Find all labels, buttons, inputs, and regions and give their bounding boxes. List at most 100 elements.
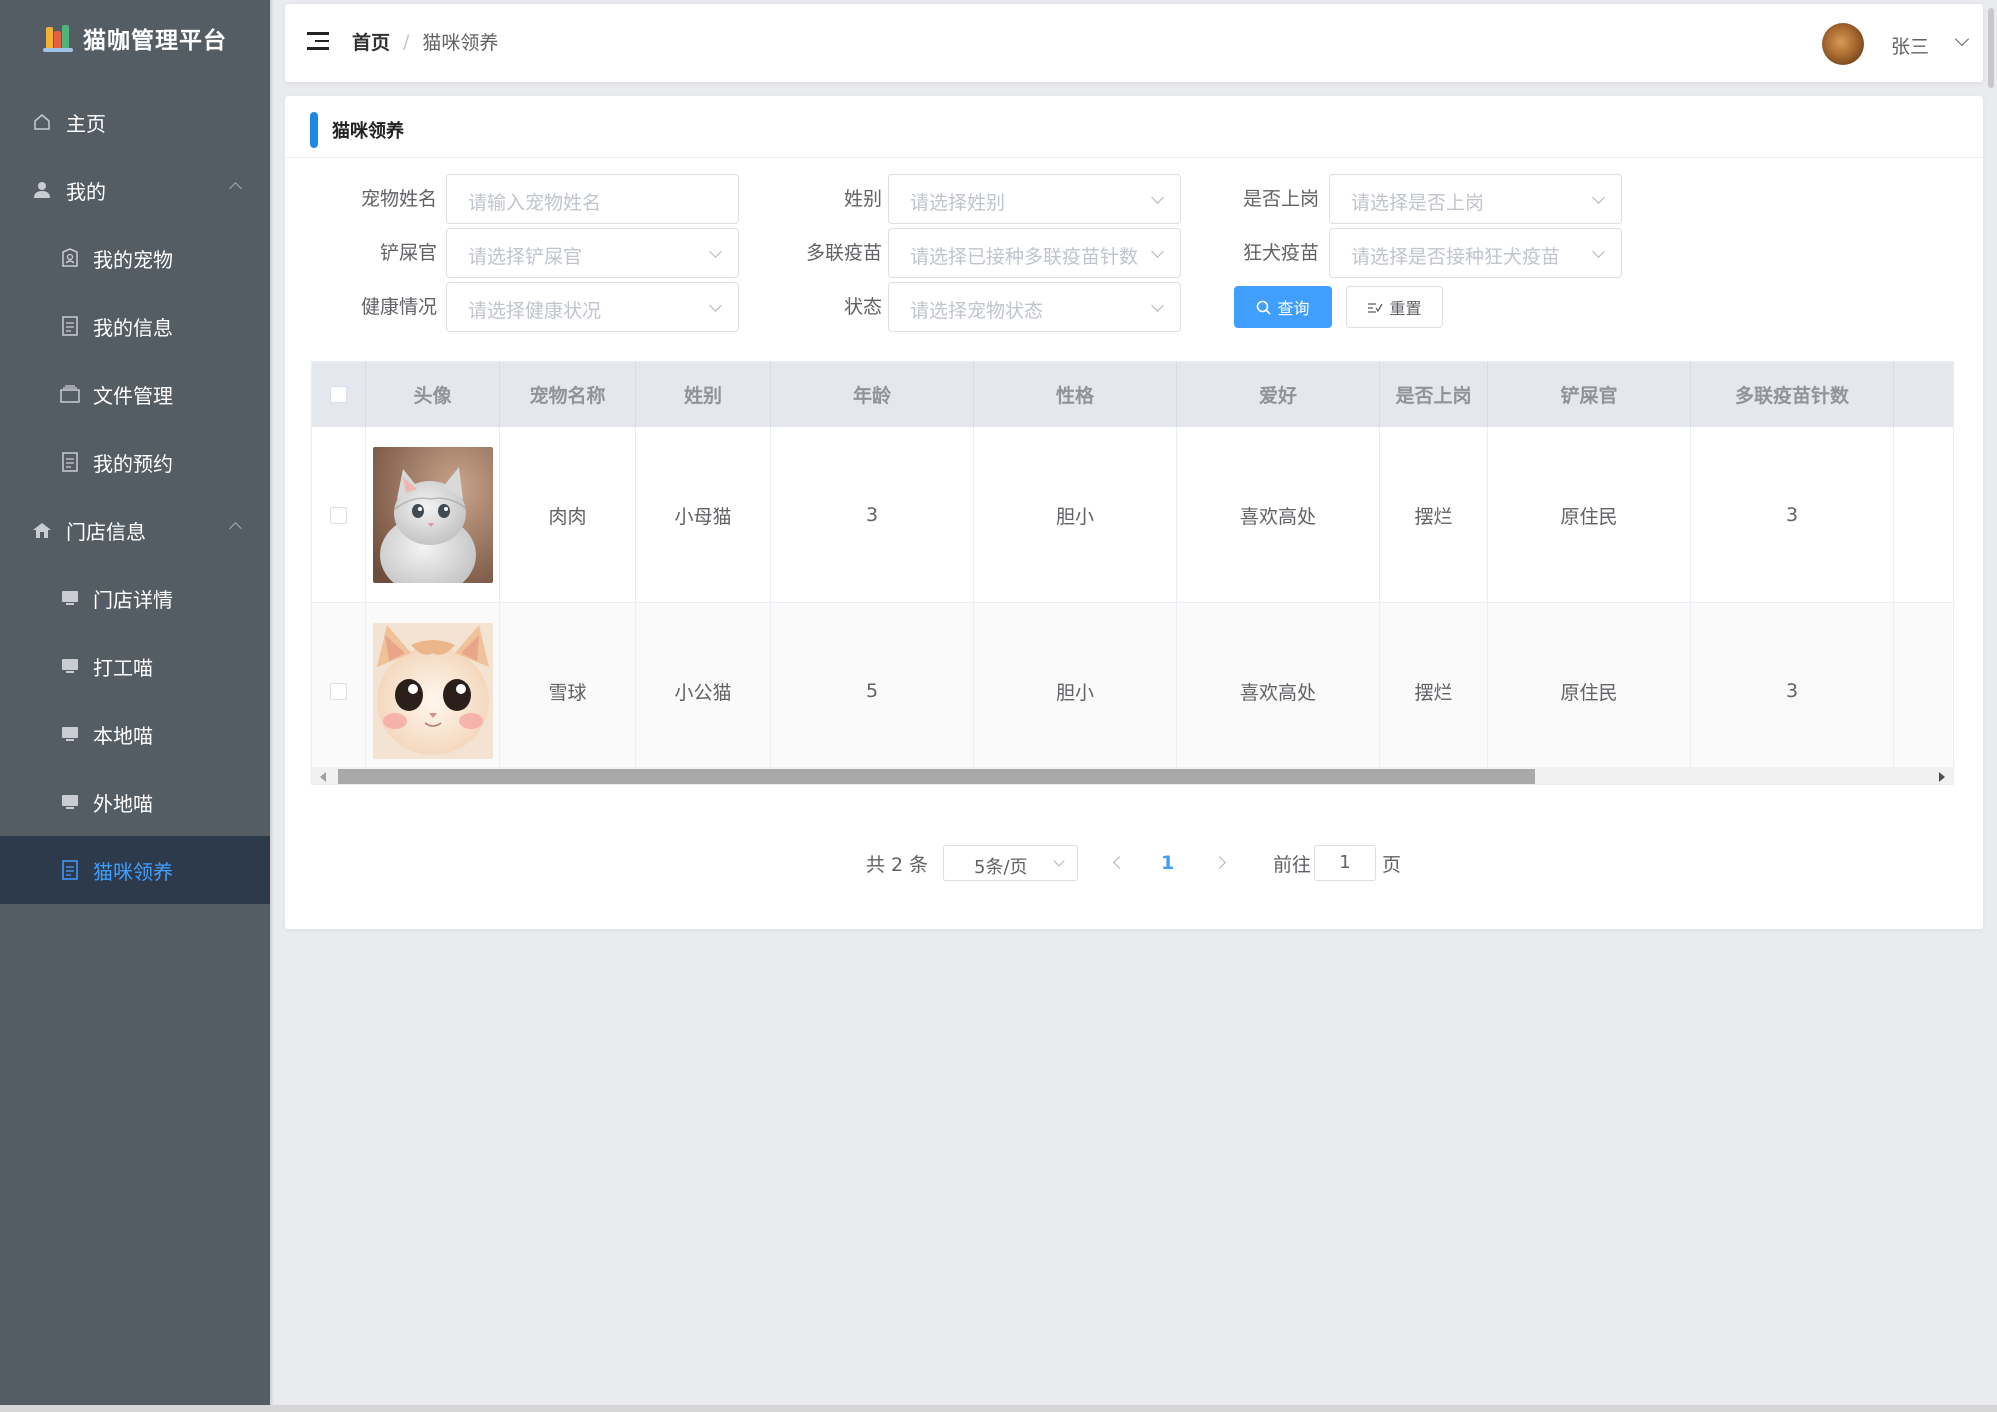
sidebar-item-my-reservations[interactable]: 我的预约 xyxy=(0,428,270,496)
home-icon xyxy=(32,112,52,132)
vaccine-cell: 3 xyxy=(1691,427,1894,603)
table-row[interactable]: 肉肉 小母猫 3 胆小 喜欢高处 摆烂 原住民 3 xyxy=(312,427,1953,603)
page-title: 猫咪领养 xyxy=(332,121,404,142)
sidebar-item-my-pets[interactable]: 我的宠物 xyxy=(0,224,270,292)
vaccine-cell: 3 xyxy=(1691,603,1894,779)
select-all-cell xyxy=(312,362,366,427)
cat-photo-xueqiu xyxy=(372,623,493,759)
onduty-label: 是否上岗 xyxy=(1242,188,1319,210)
breadcrumb-separator: / xyxy=(403,30,410,53)
breadcrumb-current: 猫咪领养 xyxy=(422,32,499,54)
pagination-total: 共 2 条 xyxy=(866,853,929,876)
name-cell: 雪球 xyxy=(500,603,636,779)
goto-page-input[interactable]: 1 xyxy=(1314,845,1376,881)
sidebar-item-my-info[interactable]: 我的信息 xyxy=(0,292,270,360)
owner-cell: 原住民 xyxy=(1488,427,1691,603)
rabies-select[interactable]: 请选择是否接种狂犬疫苗 xyxy=(1329,228,1622,278)
column-header-onduty: 是否上岗 xyxy=(1380,362,1488,427)
books-logo-icon xyxy=(43,23,73,53)
avatar-cell xyxy=(366,603,500,779)
select-all-checkbox[interactable] xyxy=(330,386,347,403)
adoption-table: 头像 宠物名称 姓别 年龄 性格 爱好 是否上岗 铲屎官 多联疫苗针数 肉肉 小… xyxy=(311,361,1954,785)
hobby-cell: 喜欢高处 xyxy=(1177,603,1380,779)
folder-icon xyxy=(60,384,80,404)
reset-icon xyxy=(1368,303,1384,313)
page-size-value: 5条/页 xyxy=(974,857,1028,878)
monitor-icon xyxy=(60,724,80,744)
gender-cell: 小公猫 xyxy=(636,603,771,779)
table-header: 头像 宠物名称 姓别 年龄 性格 爱好 是否上岗 铲屎官 多联疫苗针数 xyxy=(312,362,1953,427)
health-placeholder: 请选择健康状况 xyxy=(468,300,602,322)
sidebar-item-label: 我的信息 xyxy=(93,315,173,340)
page-size-select[interactable]: 5条/页 xyxy=(943,845,1078,881)
horizontal-scrollbar[interactable] xyxy=(312,767,1953,784)
user-icon xyxy=(32,180,52,200)
menu-toggle-icon[interactable] xyxy=(307,32,329,50)
owner-select[interactable]: 请选择铲屎官 xyxy=(446,228,739,278)
onduty-placeholder: 请选择是否上岗 xyxy=(1351,192,1485,214)
owner-label: 铲屎官 xyxy=(379,242,437,264)
sidebar-item-home[interactable]: 主页 xyxy=(0,88,270,156)
prev-page-icon[interactable] xyxy=(1113,856,1126,869)
row-checkbox[interactable] xyxy=(330,682,347,700)
vertical-scrollbar[interactable] xyxy=(1988,8,1994,88)
health-select[interactable]: 请选择健康状况 xyxy=(446,282,739,332)
reset-button[interactable]: 重置 xyxy=(1346,286,1443,328)
sidebar-item-store-details[interactable]: 门店详情 xyxy=(0,564,270,632)
scrollbar-thumb[interactable] xyxy=(338,769,1535,784)
column-header-avatar: 头像 xyxy=(366,362,500,427)
chevron-down-icon xyxy=(1151,191,1164,204)
chevron-up-icon xyxy=(229,522,242,535)
current-page[interactable]: 1 xyxy=(1161,852,1174,874)
pet-name-input[interactable]: 请输入宠物姓名 xyxy=(446,174,739,224)
age-cell: 3 xyxy=(771,427,974,603)
pet-name-label: 宠物姓名 xyxy=(360,188,437,210)
monitor-icon xyxy=(60,656,80,676)
query-button[interactable]: 查询 xyxy=(1234,286,1332,328)
query-button-label: 查询 xyxy=(1277,299,1310,318)
search-icon xyxy=(1257,300,1272,315)
sidebar-item-label: 本地喵 xyxy=(93,723,153,748)
sidebar-item-file-management[interactable]: 文件管理 xyxy=(0,360,270,428)
app-logo: 猫咖管理平台 xyxy=(0,0,270,76)
column-header-age: 年龄 xyxy=(771,362,974,427)
table-row[interactable]: 雪球 小公猫 5 胆小 喜欢高处 摆烂 原住民 3 xyxy=(312,603,1953,779)
sidebar-item-label: 文件管理 xyxy=(93,383,173,408)
rabies-placeholder: 请选择是否接种狂犬疫苗 xyxy=(1351,246,1561,268)
health-label: 健康情况 xyxy=(360,296,437,318)
sidebar-shadow xyxy=(270,0,274,1405)
sidebar-item-store-info[interactable]: 门店信息 xyxy=(0,496,270,564)
scroll-left-icon[interactable] xyxy=(320,772,326,782)
sidebar-item-working-cats[interactable]: 打工喵 xyxy=(0,632,270,700)
sidebar-item-local-cats[interactable]: 本地喵 xyxy=(0,700,270,768)
chevron-down-icon[interactable] xyxy=(1954,31,1970,47)
scroll-right-icon[interactable] xyxy=(1939,772,1945,782)
vaccine-placeholder: 请选择已接种多联疫苗针数 xyxy=(910,246,1139,268)
app-title: 猫咖管理平台 xyxy=(83,28,227,54)
cat-photo-roorou xyxy=(372,447,493,583)
avatar[interactable] xyxy=(1822,23,1864,65)
onduty-cell: 摆烂 xyxy=(1380,427,1488,603)
vaccine-select[interactable]: 请选择已接种多联疫苗针数 xyxy=(888,228,1181,278)
chevron-down-icon xyxy=(1592,245,1605,258)
breadcrumb-home[interactable]: 首页 xyxy=(352,28,390,55)
personality-cell: 胆小 xyxy=(974,427,1177,603)
personality-cell: 胆小 xyxy=(974,603,1177,779)
document-icon xyxy=(60,860,80,880)
status-select[interactable]: 请选择宠物状态 xyxy=(888,282,1181,332)
title-accent-bar xyxy=(310,112,318,148)
gender-select[interactable]: 请选择姓别 xyxy=(888,174,1181,224)
sidebar-item-label: 主页 xyxy=(66,111,106,136)
onduty-select[interactable]: 请选择是否上岗 xyxy=(1329,174,1622,224)
sidebar-item-cat-adoption[interactable]: 猫咪领养 xyxy=(0,836,270,904)
sidebar-item-mine[interactable]: 我的 xyxy=(0,156,270,224)
hobby-cell: 喜欢高处 xyxy=(1177,427,1380,603)
breadcrumb: 首页 / 猫咪领养 xyxy=(352,28,498,55)
bottom-edge xyxy=(0,1405,1997,1412)
next-page-icon[interactable] xyxy=(1213,856,1226,869)
user-name[interactable]: 张三 xyxy=(1891,32,1929,59)
column-header-personality: 性格 xyxy=(974,362,1177,427)
sidebar-item-nonlocal-cats[interactable]: 外地喵 xyxy=(0,768,270,836)
column-header-name: 宠物名称 xyxy=(500,362,636,427)
row-checkbox[interactable] xyxy=(330,506,347,524)
